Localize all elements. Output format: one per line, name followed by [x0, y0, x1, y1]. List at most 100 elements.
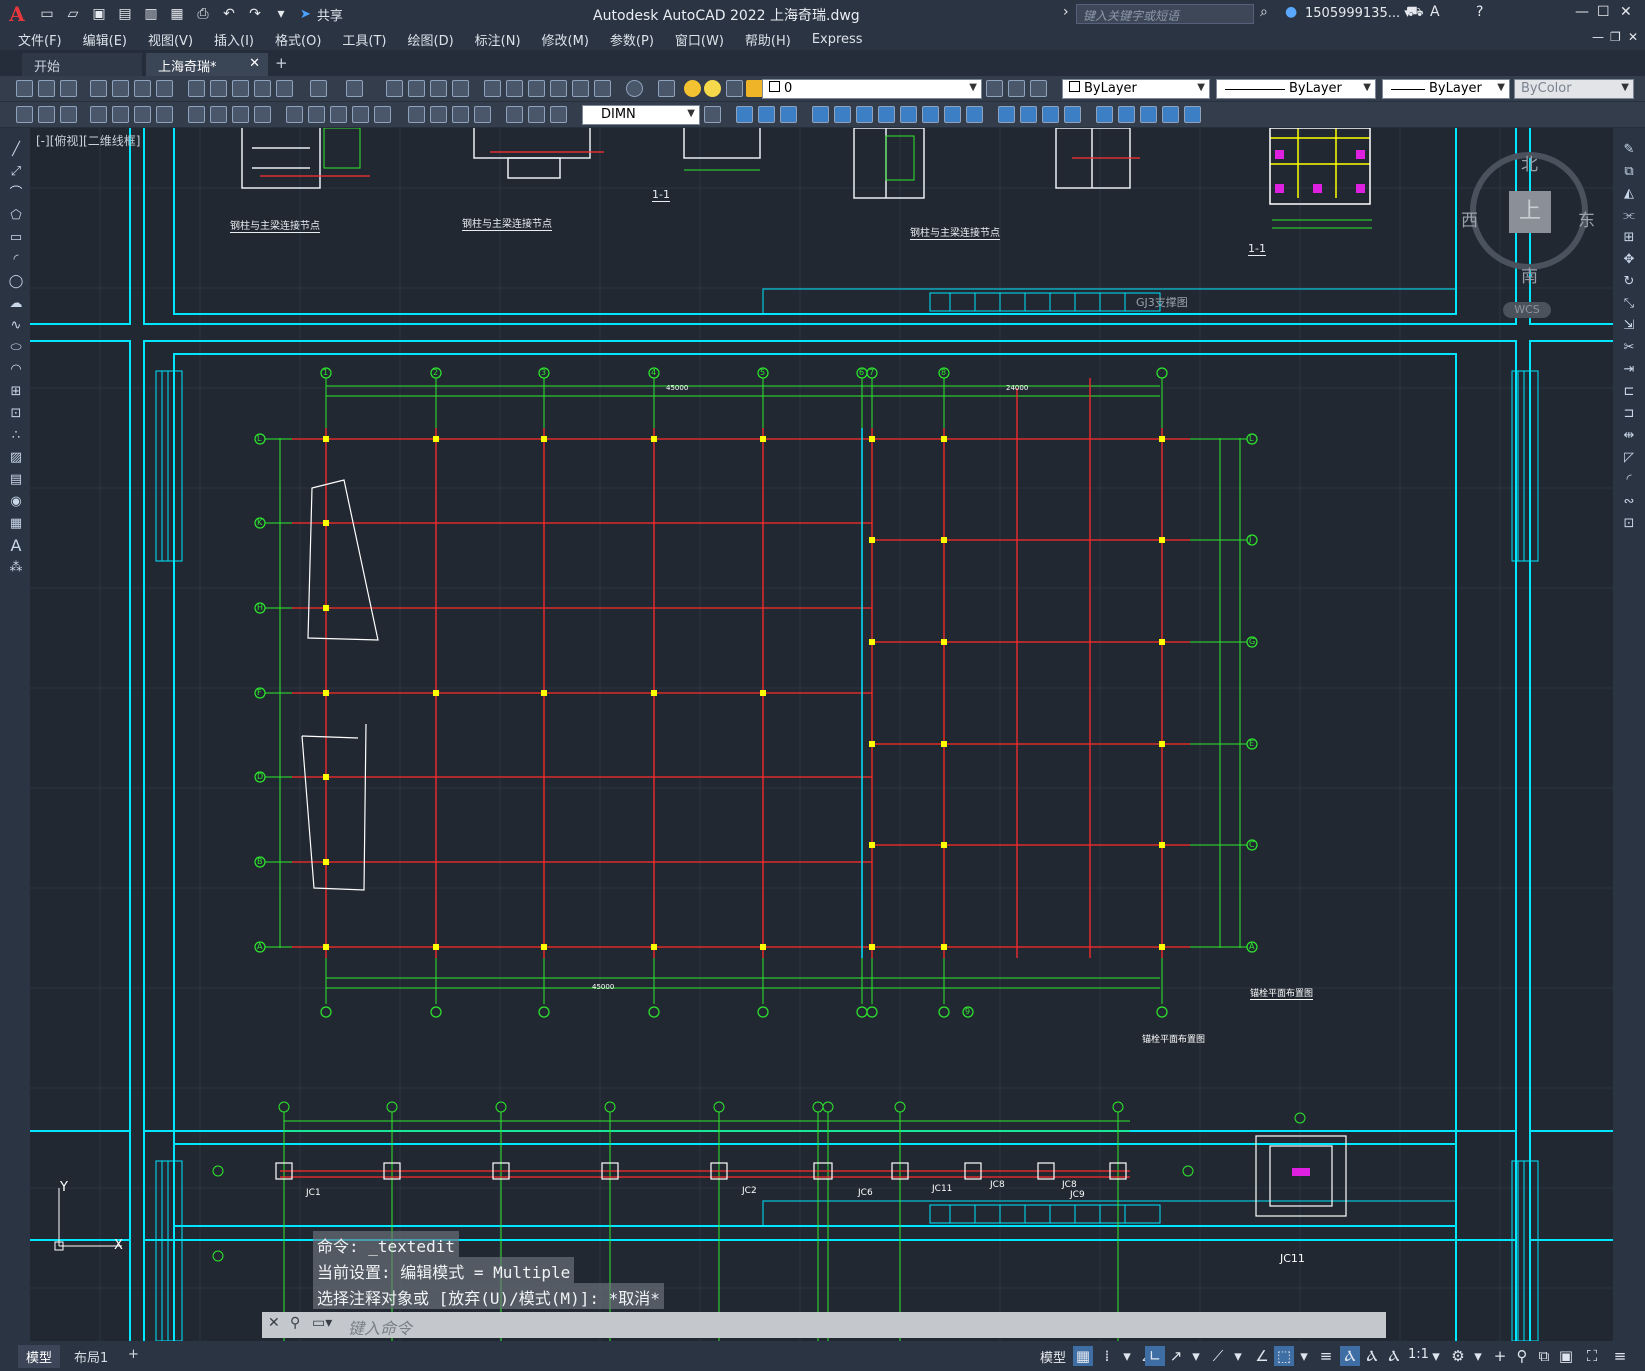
- dimension-space-icon[interactable]: [352, 106, 369, 123]
- scale-dropdown-icon[interactable]: ▾: [1426, 1346, 1446, 1366]
- modify-16-icon[interactable]: [1096, 106, 1113, 123]
- pan-icon[interactable]: [386, 80, 403, 97]
- rotate-icon[interactable]: ↻: [1621, 274, 1637, 290]
- dimstyle-select[interactable]: DIMN ▼: [582, 105, 700, 125]
- menu-help[interactable]: 帮助(H): [745, 30, 791, 49]
- lineweight-select[interactable]: ByLayer ▼: [1382, 79, 1510, 99]
- layer-previous-icon[interactable]: [1008, 80, 1025, 97]
- hatch-icon[interactable]: ▨: [8, 450, 24, 466]
- menu-insert[interactable]: 插入(I): [214, 30, 254, 49]
- new-icon[interactable]: [16, 80, 33, 97]
- object-snap-tracking-icon[interactable]: ∠: [1252, 1346, 1272, 1366]
- table-icon[interactable]: ▦: [8, 516, 24, 532]
- layer-on-icon[interactable]: [684, 80, 701, 97]
- point-icon[interactable]: ∴: [8, 428, 24, 444]
- compass-north[interactable]: 北: [1521, 150, 1538, 175]
- wcs-menu[interactable]: WCS: [1503, 302, 1551, 318]
- drawing-canvas[interactable]: 钢柱与主梁连接节点 钢柱与主梁连接节点 钢柱与主梁连接节点 1-1 1-1 GJ…: [30, 128, 1613, 1341]
- markup-icon[interactable]: [572, 80, 589, 97]
- share-icon[interactable]: ➤: [300, 7, 311, 22]
- compass-south[interactable]: 南: [1521, 262, 1538, 287]
- dimension-break-icon[interactable]: [374, 106, 391, 123]
- blend-curves-icon[interactable]: ∾: [1621, 494, 1637, 510]
- modify-15-icon[interactable]: [1064, 106, 1081, 123]
- diameter-dimension-icon[interactable]: [232, 106, 249, 123]
- polar-dropdown-icon[interactable]: ▾: [1186, 1346, 1206, 1366]
- express-tool-1-icon[interactable]: [16, 106, 33, 123]
- break-icon[interactable]: ⊐: [1621, 406, 1637, 422]
- close-tab-icon[interactable]: ✕: [249, 56, 260, 71]
- express-tool-2-icon[interactable]: [38, 106, 55, 123]
- user-icon[interactable]: ●: [1285, 4, 1297, 20]
- annotation-scale-icon[interactable]: Ⲁ: [1384, 1346, 1404, 1366]
- menu-file[interactable]: 文件(F): [18, 30, 62, 49]
- block-editor-icon[interactable]: [276, 80, 293, 97]
- ortho-icon[interactable]: ∟: [1145, 1346, 1165, 1366]
- osnap-dropdown-icon[interactable]: ▾: [1294, 1346, 1314, 1366]
- add-layout-button[interactable]: +: [120, 1345, 147, 1364]
- autocad-logo-icon[interactable]: A: [0, 0, 34, 28]
- revision-cloud-icon[interactable]: ☁: [8, 296, 24, 312]
- help-search-input[interactable]: 键入关键字或短语: [1076, 4, 1254, 24]
- open-file-icon[interactable]: ▱: [62, 3, 84, 25]
- center-mark-icon[interactable]: [430, 106, 447, 123]
- workspace-dropdown-icon[interactable]: ▾: [1468, 1346, 1488, 1366]
- layer-lock-icon[interactable]: [746, 80, 763, 97]
- modify-2-icon[interactable]: [758, 106, 775, 123]
- express-tool-3-icon[interactable]: [60, 106, 77, 123]
- multiline-text-icon[interactable]: A: [8, 538, 24, 554]
- quickcalc-icon[interactable]: [594, 80, 611, 97]
- publish-icon[interactable]: [134, 80, 151, 97]
- dimension-text-edit-icon[interactable]: [528, 106, 545, 123]
- doc-restore-icon[interactable]: ❐: [1610, 30, 1621, 44]
- user-account[interactable]: 1505999135... ▾: [1305, 6, 1411, 21]
- command-line[interactable]: ✕ ⚲ ▭▾ 键入命令: [262, 1312, 1386, 1338]
- layout-tab-layout1[interactable]: 布局1: [66, 1345, 116, 1368]
- scale-icon[interactable]: ⤡: [1621, 296, 1637, 312]
- modify-6-icon[interactable]: [856, 106, 873, 123]
- cart-icon[interactable]: ⛟: [1406, 4, 1424, 22]
- viewcube-top-face[interactable]: 上: [1509, 191, 1551, 233]
- redo-icon[interactable]: ↷: [244, 3, 266, 25]
- radius-dimension-icon[interactable]: [188, 106, 205, 123]
- save-web-icon[interactable]: ▦: [166, 3, 188, 25]
- modify-13-icon[interactable]: [1020, 106, 1037, 123]
- tool-palettes-icon[interactable]: [528, 80, 545, 97]
- linetype-select[interactable]: ByLayer ▼: [1216, 79, 1376, 99]
- command-input[interactable]: 键入命令: [348, 1315, 412, 1339]
- cut-icon[interactable]: [188, 80, 205, 97]
- lineweight-icon[interactable]: ≡: [1316, 1346, 1336, 1366]
- doc-minimize-icon[interactable]: —: [1592, 30, 1604, 44]
- help-icon[interactable]: ?: [1476, 4, 1483, 20]
- rectangle-icon[interactable]: ▭: [8, 230, 24, 246]
- modify-14-icon[interactable]: [1042, 106, 1059, 123]
- region-icon[interactable]: ◉: [8, 494, 24, 510]
- modify-1-icon[interactable]: [736, 106, 753, 123]
- isodraft-dropdown-icon[interactable]: ▾: [1228, 1346, 1248, 1366]
- gradient-icon[interactable]: ▤: [8, 472, 24, 488]
- layer-properties-icon[interactable]: [658, 80, 675, 97]
- 3d-print-icon[interactable]: [156, 80, 173, 97]
- polyline-icon[interactable]: ⌒: [8, 186, 24, 202]
- jogged-dimension-icon[interactable]: [210, 106, 227, 123]
- fillet-icon[interactable]: ◜: [1621, 472, 1637, 488]
- insert-block-icon[interactable]: ⊞: [8, 384, 24, 400]
- object-snap-icon[interactable]: ⬚: [1274, 1346, 1294, 1366]
- tab-start[interactable]: 开始: [22, 53, 142, 76]
- recent-commands-icon[interactable]: ▭▾: [312, 1315, 332, 1331]
- menu-tools[interactable]: 工具(T): [342, 30, 386, 49]
- construction-line-icon[interactable]: ⤢: [8, 164, 24, 180]
- circle-icon[interactable]: ◯: [8, 274, 24, 290]
- undo-tool-icon[interactable]: [310, 80, 327, 97]
- add-tab-button[interactable]: +: [275, 54, 288, 72]
- quick-dimension-icon[interactable]: [286, 106, 303, 123]
- search-icon[interactable]: ⌕: [1260, 4, 1268, 20]
- modify-10-icon[interactable]: [944, 106, 961, 123]
- menu-view[interactable]: 视图(V): [148, 30, 193, 49]
- arc-icon[interactable]: ◜: [8, 252, 24, 268]
- hardware-acceleration-icon[interactable]: ▣: [1556, 1346, 1576, 1366]
- doc-close-icon[interactable]: ✕: [1628, 30, 1638, 44]
- angular-dimension-icon[interactable]: [254, 106, 271, 123]
- join-icon[interactable]: ⇹: [1621, 428, 1637, 444]
- offset-icon[interactable]: ⫘: [1621, 208, 1637, 224]
